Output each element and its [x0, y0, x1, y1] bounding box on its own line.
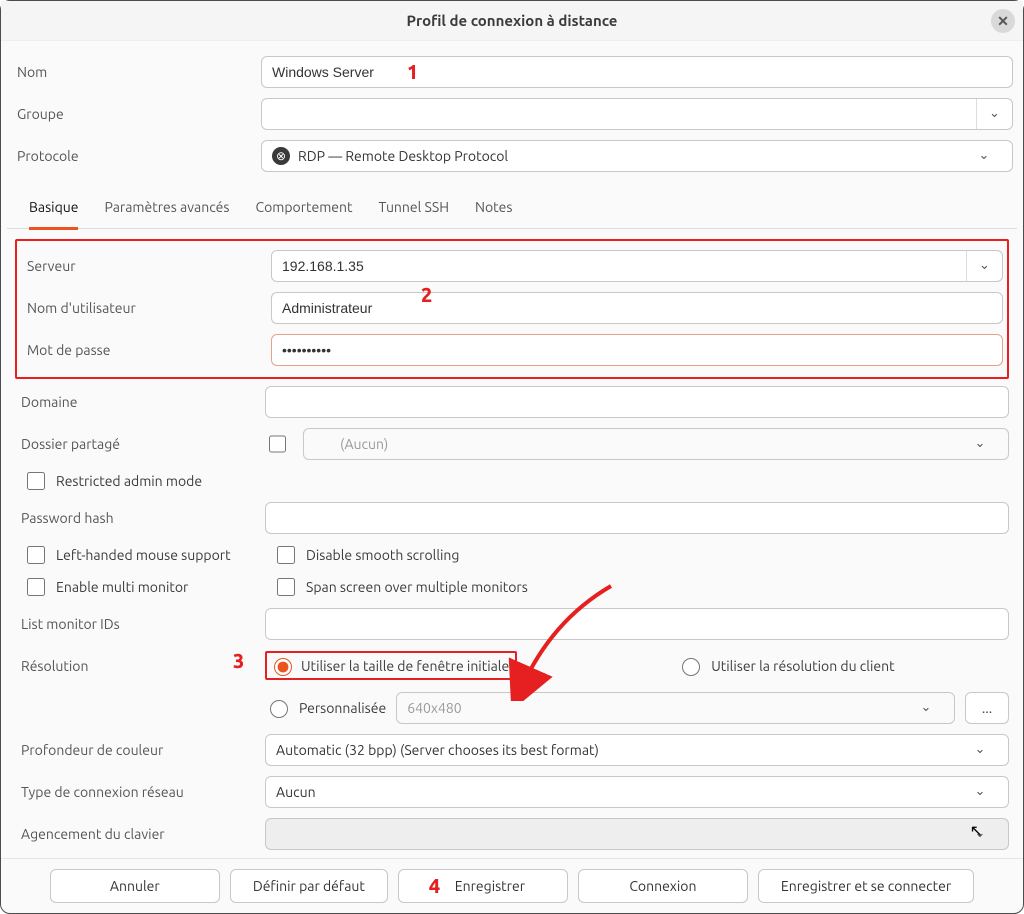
- protocol-value: RDP — Remote Desktop Protocol: [298, 148, 966, 164]
- kb-layout-select[interactable]: ↖ ⌄: [265, 818, 1009, 850]
- resolution-radio-client[interactable]: [682, 658, 700, 676]
- chevron-down-icon[interactable]: ⌄: [966, 141, 1002, 171]
- color-depth-label: Profondeur de couleur: [15, 742, 265, 758]
- net-type-select[interactable]: Aucun ⌄: [265, 776, 1009, 808]
- span-monitors-checkbox[interactable]: [277, 578, 295, 596]
- highlight-box-credentials: Serveur ⌄ 2 Nom d'utilisateur: [15, 239, 1009, 379]
- callout-4: 4: [429, 874, 440, 897]
- group-label: Groupe: [11, 106, 261, 122]
- username-label: Nom d'utilisateur: [21, 300, 271, 316]
- resolution-more-button[interactable]: ...: [965, 692, 1009, 724]
- resolution-label: Résolution: [15, 658, 265, 674]
- server-input[interactable]: [272, 251, 966, 281]
- server-label: Serveur: [21, 258, 271, 274]
- left-handed-label: Left-handed mouse support: [56, 547, 231, 563]
- name-input[interactable]: [261, 56, 1013, 88]
- resolution-custom-label: Personnalisée: [299, 700, 386, 716]
- net-type-label: Type de connexion réseau: [15, 784, 265, 800]
- save-button[interactable]: 4 Enregistrer: [398, 869, 568, 903]
- server-combo[interactable]: ⌄: [271, 250, 1003, 282]
- window-title: Profil de connexion à distance: [407, 12, 618, 29]
- shared-folder-checkbox[interactable]: [269, 435, 286, 453]
- tab-parametres-avances[interactable]: Paramètres avancés: [104, 191, 229, 228]
- shared-folder-label: Dossier partagé: [15, 436, 265, 452]
- chevron-down-icon[interactable]: ⌄: [962, 777, 998, 807]
- enable-multi-checkbox[interactable]: [27, 578, 45, 596]
- password-hash-input[interactable]: [265, 502, 1009, 534]
- restricted-admin-checkbox[interactable]: [27, 472, 45, 490]
- group-combo[interactable]: ⌄: [261, 98, 1013, 130]
- domain-input[interactable]: [265, 386, 1009, 418]
- password-hash-label: Password hash: [15, 510, 265, 526]
- tab-tunnel-ssh[interactable]: Tunnel SSH: [379, 191, 449, 228]
- shared-folder-placeholder: (Aucun): [314, 436, 962, 452]
- chevron-down-icon[interactable]: ⌄: [908, 693, 944, 723]
- tab-notes[interactable]: Notes: [475, 191, 512, 228]
- highlight-box-resolution: Utiliser la taille de fenêtre initiale: [265, 651, 517, 680]
- tabbar: Basique Paramètres avancés Comportement …: [7, 181, 1017, 229]
- disable-smooth-label: Disable smooth scrolling: [306, 547, 459, 563]
- resolution-radio-initial[interactable]: [274, 658, 292, 676]
- connect-button[interactable]: Connexion: [578, 869, 748, 903]
- resolution-custom-select[interactable]: 640x480 ⌄: [396, 692, 955, 724]
- rdp-icon: ⊗: [272, 147, 290, 165]
- disable-smooth-checkbox[interactable]: [277, 546, 295, 564]
- tab-basique[interactable]: Basique: [29, 191, 78, 230]
- color-depth-value: Automatic (32 bpp) (Server chooses its b…: [276, 742, 962, 758]
- password-input[interactable]: [271, 334, 1003, 366]
- resolution-initial-label: Utiliser la taille de fenêtre initiale: [301, 658, 509, 674]
- close-icon[interactable]: ✕: [991, 9, 1015, 33]
- net-type-value: Aucun: [276, 784, 962, 800]
- enable-multi-label: Enable multi monitor: [56, 579, 188, 595]
- protocol-select[interactable]: ⊗ RDP — Remote Desktop Protocol ⌄: [261, 140, 1013, 172]
- tab-comportement[interactable]: Comportement: [256, 191, 353, 228]
- monitor-ids-label: List monitor IDs: [15, 616, 265, 632]
- cancel-button[interactable]: Annuler: [50, 869, 220, 903]
- chevron-down-icon[interactable]: ⌄: [962, 429, 998, 459]
- protocol-label: Protocole: [11, 148, 261, 164]
- chevron-down-icon[interactable]: ⌄: [966, 251, 1002, 281]
- chevron-down-icon[interactable]: ⌄: [962, 819, 998, 849]
- kb-layout-label: Agencement du clavier: [15, 826, 265, 842]
- username-input[interactable]: [271, 292, 1003, 324]
- color-depth-select[interactable]: Automatic (32 bpp) (Server chooses its b…: [265, 734, 1009, 766]
- name-label: Nom: [11, 64, 261, 80]
- group-input[interactable]: [262, 99, 976, 129]
- span-monitors-label: Span screen over multiple monitors: [306, 579, 528, 595]
- chevron-down-icon[interactable]: ⌄: [976, 99, 1012, 129]
- domain-label: Domaine: [15, 394, 265, 410]
- restricted-admin-label: Restricted admin mode: [56, 473, 202, 489]
- resolution-radio-custom[interactable]: [270, 700, 288, 718]
- left-handed-checkbox[interactable]: [27, 546, 45, 564]
- monitor-ids-input[interactable]: [265, 608, 1009, 640]
- titlebar: Profil de connexion à distance ✕: [1, 1, 1023, 41]
- resolution-custom-value: 640x480: [407, 700, 908, 716]
- chevron-down-icon[interactable]: ⌄: [962, 735, 998, 765]
- set-default-button[interactable]: Définir par défaut: [230, 869, 388, 903]
- shared-folder-select[interactable]: (Aucun) ⌄: [303, 428, 1009, 460]
- footer: Annuler Définir par défaut 4 Enregistrer…: [1, 858, 1023, 913]
- resolution-client-label: Utiliser la résolution du client: [711, 658, 894, 674]
- password-label: Mot de passe: [21, 342, 271, 358]
- save-and-connect-button[interactable]: Enregistrer et se connecter: [758, 869, 974, 903]
